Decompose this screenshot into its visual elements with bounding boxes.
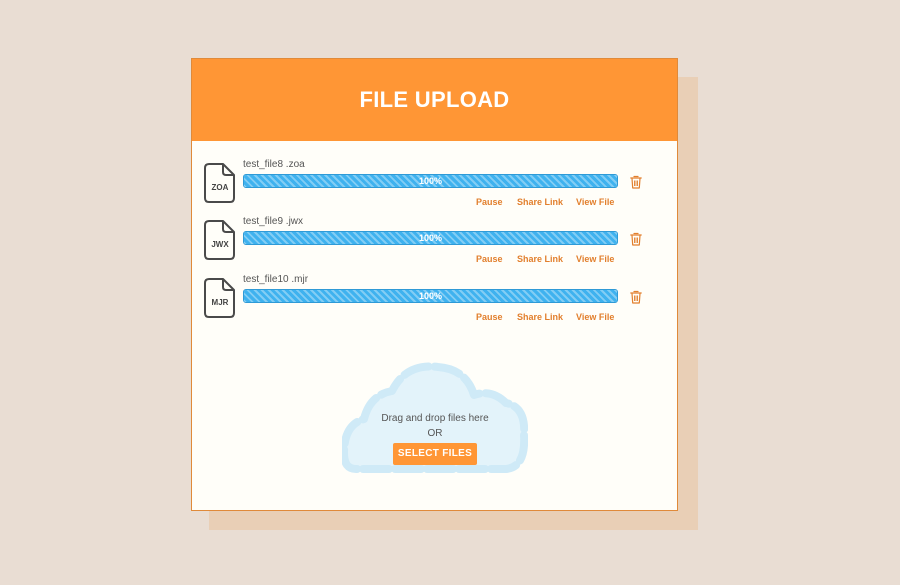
- file-row: MJR test_file10 .mjr 100% Pause Share Li…: [204, 274, 664, 328]
- view-file-link[interactable]: View File: [576, 197, 614, 207]
- file-row: ZOA test_file8 .zoa 100% Pause Share Lin…: [204, 159, 664, 213]
- progress-bar: 100%: [243, 174, 618, 188]
- share-link[interactable]: Share Link: [517, 197, 563, 207]
- progress-label: 100%: [418, 233, 443, 243]
- drop-zone[interactable]: Drag and drop files here OR SELECT FILES: [342, 361, 528, 479]
- drop-or-text: OR: [427, 428, 443, 439]
- file-name: test_file10 .mjr: [243, 274, 309, 285]
- trash-icon[interactable]: [630, 290, 642, 304]
- upload-card: FILE UPLOAD ZOA test_file8 .zoa 100% Pau…: [191, 58, 678, 511]
- page-title: FILE UPLOAD: [359, 87, 510, 112]
- file-icon: JWX: [204, 220, 236, 260]
- file-actions: Pause Share Link View File: [476, 197, 626, 209]
- view-file-link[interactable]: View File: [576, 312, 614, 322]
- pause-link[interactable]: Pause: [476, 197, 503, 207]
- card-header: FILE UPLOAD: [192, 59, 677, 141]
- file-row: JWX test_file9 .jwx 100% Pause Share Lin…: [204, 216, 664, 270]
- share-link[interactable]: Share Link: [517, 254, 563, 264]
- file-actions: Pause Share Link View File: [476, 254, 626, 266]
- file-icon: MJR: [204, 278, 236, 318]
- trash-icon[interactable]: [630, 175, 642, 189]
- view-file-link[interactable]: View File: [576, 254, 614, 264]
- progress-bar: 100%: [243, 289, 618, 303]
- file-type-label: JWX: [211, 240, 229, 249]
- progress-bar: 100%: [243, 231, 618, 245]
- file-name: test_file8 .zoa: [243, 159, 305, 170]
- file-name: test_file9 .jwx: [243, 216, 304, 227]
- file-type-label: MJR: [211, 298, 229, 307]
- pause-link[interactable]: Pause: [476, 254, 503, 264]
- drop-instruction: Drag and drop files here: [381, 413, 489, 424]
- file-type-label: ZOA: [211, 183, 229, 192]
- trash-icon[interactable]: [630, 232, 642, 246]
- file-actions: Pause Share Link View File: [476, 312, 626, 324]
- progress-label: 100%: [418, 176, 443, 186]
- pause-link[interactable]: Pause: [476, 312, 503, 322]
- progress-label: 100%: [418, 291, 443, 301]
- select-files-button[interactable]: SELECT FILES: [393, 443, 477, 465]
- share-link[interactable]: Share Link: [517, 312, 563, 322]
- file-icon: ZOA: [204, 163, 236, 203]
